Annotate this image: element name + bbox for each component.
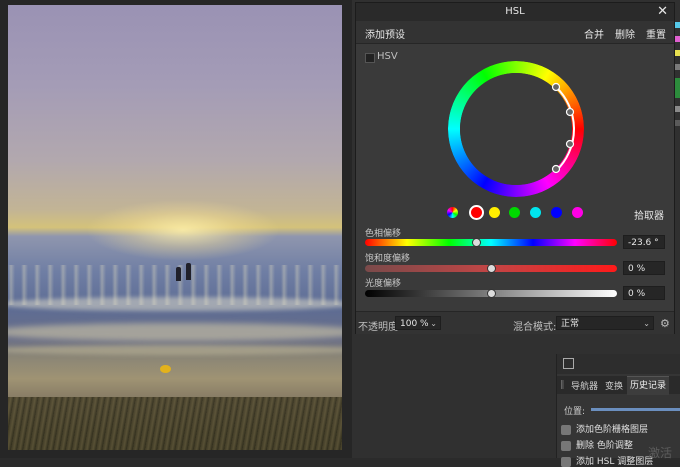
wheel-handle[interactable] xyxy=(565,107,575,117)
dialog-title: HSL xyxy=(505,6,525,17)
tab-history[interactable]: 历史记录 xyxy=(627,376,670,395)
hsv-checkbox[interactable] xyxy=(365,53,375,63)
opacity-dropdown[interactable]: 100 % ⌄ xyxy=(395,316,441,330)
master-color-icon[interactable] xyxy=(447,207,458,218)
yellow-range-button[interactable] xyxy=(489,207,500,218)
brush-icon xyxy=(561,440,571,451)
dialog-footer: 不透明度: 100 % ⌄ 混合模式: 正常 ⌄ ⚙ xyxy=(356,311,674,334)
history-position-slider[interactable] xyxy=(591,408,680,411)
layers-icon[interactable] xyxy=(563,358,574,369)
lightness-shift-value[interactable]: 0 % xyxy=(623,286,665,300)
history-item[interactable]: 添加色阶栅格图层 xyxy=(561,422,648,435)
panel-tabs: ‖ 导航器 变换 历史记录 xyxy=(557,376,680,395)
hue-wheel[interactable] xyxy=(448,61,584,197)
history-item-label: 添加色阶栅格图层 xyxy=(576,425,649,435)
close-icon[interactable]: ✕ xyxy=(657,4,668,19)
saturation-shift-knob[interactable] xyxy=(486,264,496,273)
hsl-dialog: HSL ✕ 添加预设 合并 删除 重置 HSV 拾取器 色相偏移 -23.6 °… xyxy=(355,2,675,334)
chevron-down-icon: ⌄ xyxy=(430,319,437,328)
saturation-shift-label: 饱和度偏移 xyxy=(365,254,411,264)
tab-transform[interactable]: 变换 xyxy=(605,379,623,392)
picker-button[interactable]: 拾取器 xyxy=(634,207,664,222)
canvas-area[interactable] xyxy=(0,0,352,458)
swimmer xyxy=(176,267,181,281)
blend-mode-dropdown[interactable]: 正常 ⌄ xyxy=(556,316,654,330)
wave xyxy=(8,345,342,355)
wave xyxy=(8,323,342,341)
red-range-button[interactable] xyxy=(469,205,484,220)
lightness-shift-knob[interactable] xyxy=(486,289,496,298)
blend-mode-value: 正常 xyxy=(561,319,580,329)
sun-glow xyxy=(88,200,278,260)
merge-button[interactable]: 合并 xyxy=(584,26,604,41)
add-preset-button[interactable]: 添加预设 xyxy=(365,26,405,41)
position-label: 位置: xyxy=(564,407,586,417)
brush-icon xyxy=(561,424,571,435)
delete-button[interactable]: 删除 xyxy=(615,26,635,41)
tab-navigator[interactable]: 导航器 xyxy=(571,379,598,392)
lightness-shift-label: 光度偏移 xyxy=(365,279,402,289)
buoy xyxy=(160,365,171,373)
preset-toolbar: 添加预设 合并 删除 重置 xyxy=(356,21,674,44)
history-item[interactable]: 删除 色阶调整 xyxy=(561,438,633,451)
lightness-shift-slider[interactable] xyxy=(365,289,617,298)
dialog-title-bar[interactable]: HSL ✕ xyxy=(356,3,674,21)
cyan-range-button[interactable] xyxy=(530,207,541,218)
blend-mode-label: 混合模式: xyxy=(513,322,557,333)
blue-range-button[interactable] xyxy=(551,207,562,218)
brush-icon xyxy=(561,456,571,467)
wave xyxy=(8,297,342,311)
swimmer xyxy=(186,263,191,280)
history-panel: ‖ 导航器 变换 历史记录 位置: 添加色阶栅格图层 删除 色阶调整 添加 HS… xyxy=(556,354,680,467)
saturation-shift-value[interactable]: 0 % xyxy=(623,261,665,275)
hue-shift-knob[interactable] xyxy=(471,238,481,247)
hue-shift-value[interactable]: -23.6 ° xyxy=(623,235,665,249)
dune-grass xyxy=(8,397,342,450)
panel-topbar xyxy=(557,354,680,374)
history-item[interactable]: 添加 HSL 调整图层 xyxy=(561,454,653,467)
hue-shift-label: 色相偏移 xyxy=(365,229,402,239)
beach-photo xyxy=(8,5,342,450)
activation-watermark: 激活 xyxy=(648,446,673,460)
saturation-shift-slider[interactable] xyxy=(365,264,617,273)
hue-shift-slider[interactable] xyxy=(365,238,617,247)
grip-icon[interactable]: ‖ xyxy=(560,380,565,390)
wheel-handle[interactable] xyxy=(565,139,575,149)
green-range-button[interactable] xyxy=(509,207,520,218)
chevron-down-icon: ⌄ xyxy=(643,319,650,328)
history-item-label: 添加 HSL 调整图层 xyxy=(576,457,654,467)
gear-icon[interactable]: ⚙ xyxy=(660,317,670,330)
magenta-range-button[interactable] xyxy=(572,207,583,218)
wheel-handle[interactable] xyxy=(551,82,561,92)
reset-button[interactable]: 重置 xyxy=(646,26,666,41)
opacity-value: 100 % xyxy=(400,319,429,329)
hsv-label: HSV xyxy=(377,51,398,62)
history-item-label: 删除 色阶调整 xyxy=(576,441,633,451)
wheel-handle[interactable] xyxy=(551,164,561,174)
